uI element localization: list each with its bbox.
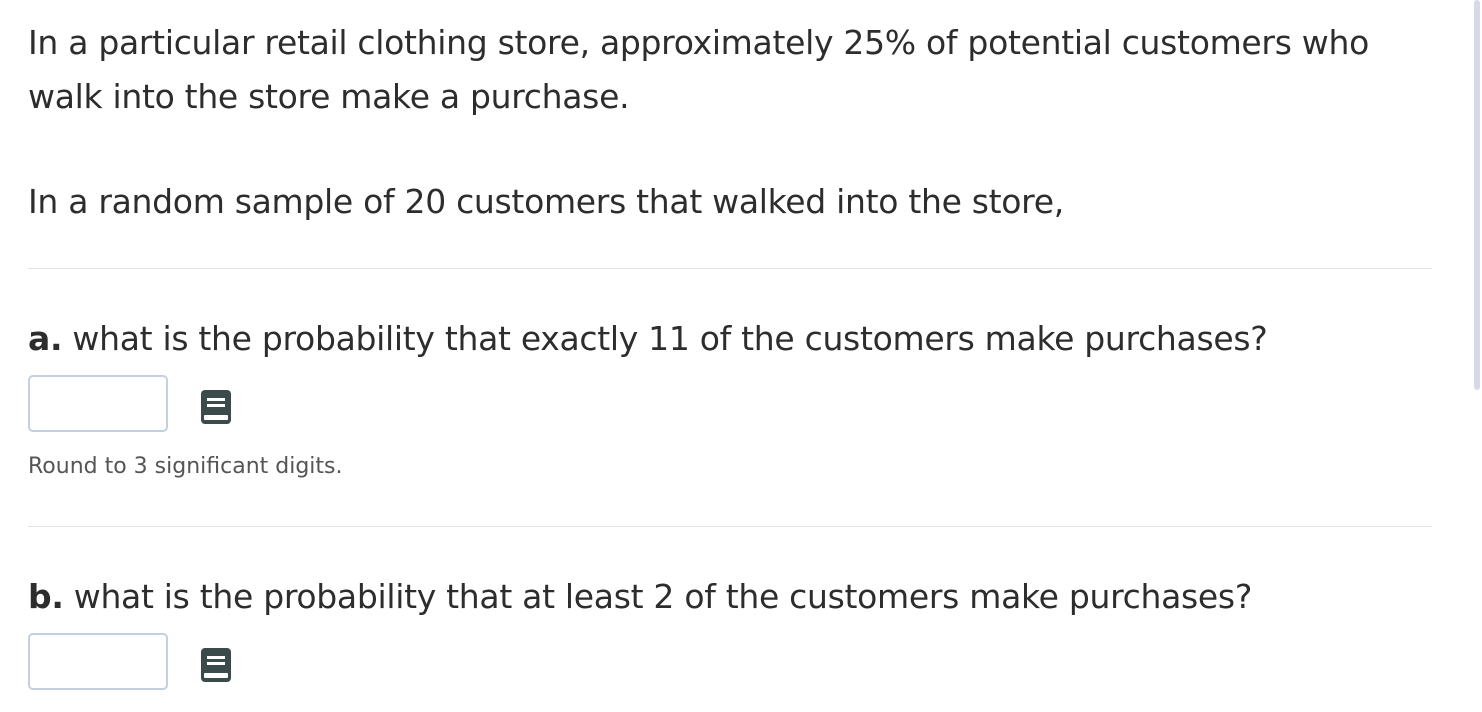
book-icon-svg [201,390,231,424]
problem-intro: In a particular retail clothing store, a… [28,23,1369,116]
question-b: b. what is the probability that at least… [28,575,1252,619]
answer-input-a[interactable] [28,375,168,432]
rounding-hint: Round to 3 significant digits. [28,454,343,479]
problem-sample-statement: In a random sample of 20 customers that … [28,182,1064,221]
question-b-letter: b. [28,577,64,616]
question-a: a. what is the probability that exactly … [28,317,1268,361]
scrollbar-thumb[interactable] [1474,0,1480,390]
question-b-text: what is the probability that at least 2 … [63,577,1253,616]
book-icon[interactable] [201,390,231,424]
book-icon-svg [201,648,231,682]
book-icon[interactable] [201,648,231,682]
section-divider [28,526,1432,527]
section-divider [28,268,1432,269]
question-a-text: what is the probability that exactly 11 … [62,319,1268,358]
answer-input-b[interactable] [28,633,168,690]
question-a-letter: a. [28,319,63,358]
